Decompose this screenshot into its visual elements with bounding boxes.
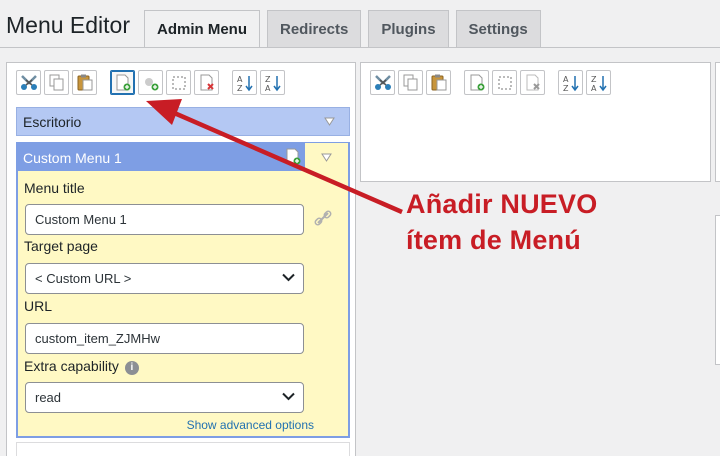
annotation-line-1: Añadir NUEVO — [406, 189, 598, 219]
annotation-arrow — [146, 99, 403, 215]
annotation-line-2: ítem de Menú — [406, 225, 581, 255]
annotation-text: Añadir NUEVO ítem de Menú — [406, 186, 597, 258]
